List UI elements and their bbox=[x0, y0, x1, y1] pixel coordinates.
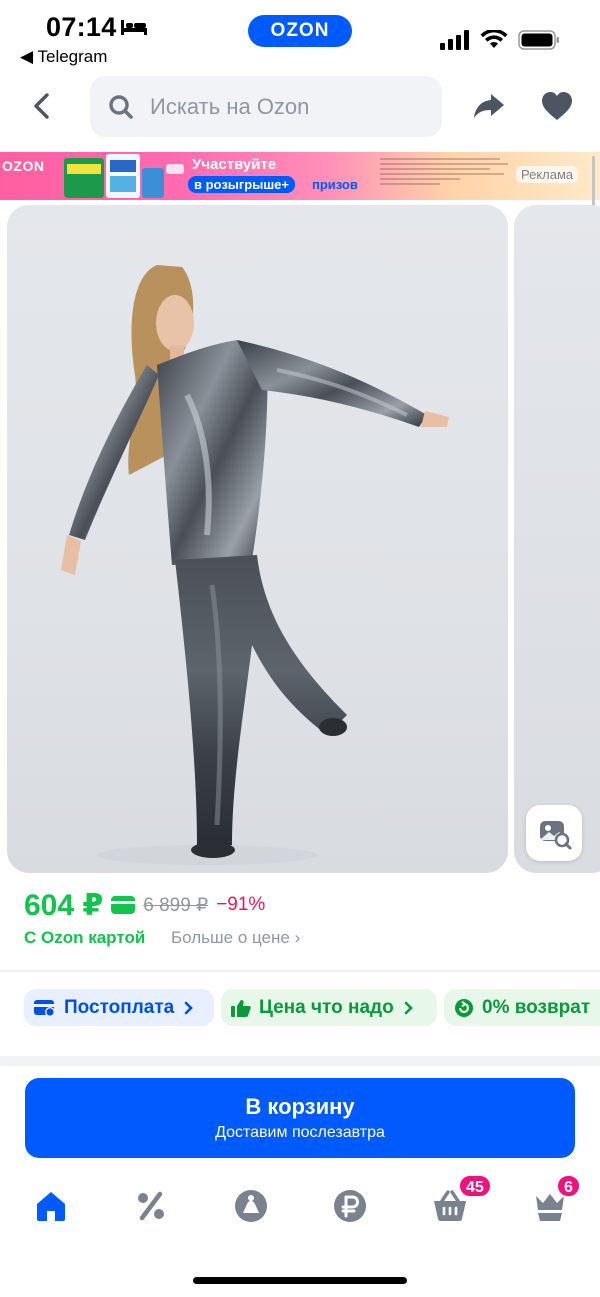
search-placeholder: Искать на Ozon bbox=[150, 94, 310, 119]
chip-label: Цена что надо bbox=[259, 996, 394, 1018]
share-icon[interactable] bbox=[472, 90, 506, 122]
finance-icon[interactable] bbox=[330, 1186, 370, 1226]
wifi-icon bbox=[480, 30, 508, 48]
postpay-chip[interactable]: Постоплата bbox=[24, 989, 214, 1026]
price-row: 604 ₽ 6 899 ₽ −91% bbox=[24, 885, 265, 925]
bed-icon bbox=[121, 20, 147, 35]
model-illustration bbox=[61, 265, 449, 865]
ad-product-image bbox=[64, 154, 184, 198]
back-arrow-icon[interactable] bbox=[26, 90, 58, 122]
chevron-right-icon bbox=[184, 1001, 194, 1014]
system-icons bbox=[440, 28, 560, 50]
chip-label: 0% возврат bbox=[482, 996, 591, 1018]
ad-label: Реклама bbox=[516, 166, 579, 183]
ozon-logo: OZON bbox=[248, 15, 352, 47]
status-bar: 07:14 ◀ Telegram OZON bbox=[0, 0, 600, 72]
ozon-card-note: С Ozon картой bbox=[24, 928, 146, 947]
add-to-cart-button[interactable]: В корзину Доставим послезавтра bbox=[25, 1078, 575, 1158]
cart-tab[interactable]: 45 bbox=[430, 1174, 492, 1226]
ozon-card-icon bbox=[111, 896, 136, 914]
home-indicator bbox=[193, 1277, 407, 1284]
product-photo[interactable] bbox=[7, 205, 508, 873]
back-to-telegram-link[interactable]: ◀ Telegram bbox=[20, 47, 107, 67]
image-search-button[interactable] bbox=[526, 805, 582, 861]
ad-cta-highlight: в розыгрыше+ bbox=[188, 176, 295, 193]
fresh-icon[interactable] bbox=[231, 1186, 271, 1226]
signal-icon bbox=[440, 30, 469, 50]
more-about-price-link[interactable]: Больше о цене › bbox=[171, 928, 300, 948]
cart-button-label: В корзину bbox=[245, 1094, 355, 1119]
divider bbox=[0, 970, 600, 972]
return-icon bbox=[455, 998, 473, 1017]
clock: 07:14 bbox=[46, 12, 117, 42]
benefit-chips: Постоплата Цена что надо 0% возврат bbox=[24, 989, 600, 1026]
account-tab[interactable]: 6 bbox=[530, 1174, 581, 1226]
account-badge: 6 bbox=[556, 1174, 581, 1198]
delivery-note: Доставим послезавтра bbox=[215, 1124, 385, 1141]
next-photo-preview[interactable] bbox=[514, 205, 600, 873]
cart-count-badge: 45 bbox=[458, 1174, 492, 1198]
fair-price-chip[interactable]: Цена что надо bbox=[221, 989, 437, 1026]
old-price: 6 899 ₽ bbox=[143, 894, 209, 916]
ad-fine-print bbox=[380, 158, 510, 194]
section-separator bbox=[0, 1056, 600, 1066]
current-price: 604 ₽ bbox=[24, 888, 104, 922]
discount-icon[interactable] bbox=[131, 1186, 171, 1226]
postpay-icon bbox=[34, 999, 55, 1017]
image-search-icon bbox=[540, 821, 572, 850]
battery-icon bbox=[518, 30, 559, 50]
product-gallery[interactable] bbox=[0, 205, 600, 873]
ad-banner[interactable]: OZON Участвуйте в розыгрыше+ призов Рекл… bbox=[0, 152, 600, 200]
chip-label: Постоплата bbox=[64, 996, 175, 1018]
ad-cta-tail: призов bbox=[312, 177, 358, 192]
thumb-up-icon bbox=[231, 999, 251, 1017]
search-input[interactable]: Искать на Ozon bbox=[90, 76, 442, 137]
zero-return-chip[interactable]: 0% возврат bbox=[444, 989, 600, 1026]
ad-ozon-logo: OZON bbox=[2, 158, 45, 174]
home-icon[interactable] bbox=[31, 1186, 71, 1226]
top-nav: Искать на Ozon bbox=[0, 74, 600, 140]
search-icon bbox=[109, 95, 133, 119]
ad-cta-title: Участвуйте bbox=[192, 156, 277, 173]
discount-badge: −91% bbox=[216, 894, 266, 915]
bottom-tab-bar: 45 6 bbox=[0, 1174, 600, 1240]
chevron-right-icon bbox=[404, 1001, 413, 1014]
product-page: 07:14 ◀ Telegram OZON Искать на Ozon OZO… bbox=[0, 0, 600, 1297]
heart-icon[interactable] bbox=[540, 90, 574, 122]
